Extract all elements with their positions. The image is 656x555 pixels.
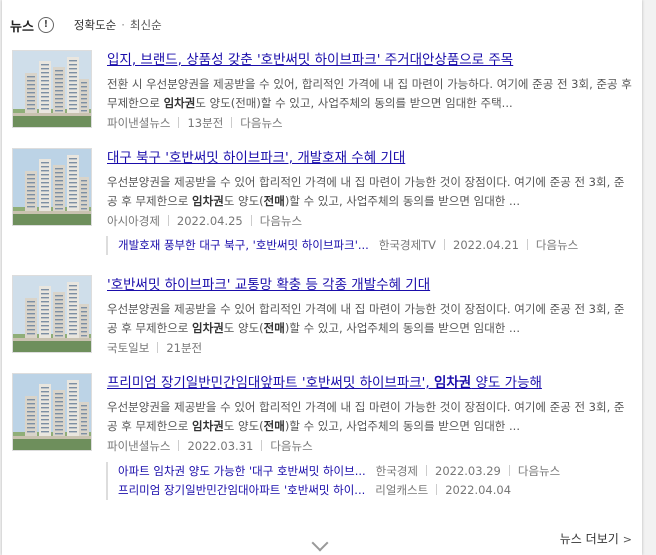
news-snippet: 우선분양권을 제공받을 수 있어 합리적인 가격에 내 집 마련이 가능한 것이… <box>107 300 632 338</box>
news-meta: 아시아경제 2022.04.25 다음뉴스 <box>107 213 632 229</box>
meta-divider <box>426 465 427 476</box>
news-snippet-text: 전매 <box>263 321 285 335</box>
chevron-down-icon[interactable] <box>311 534 329 552</box>
news-portal[interactable]: 다음뉴스 <box>270 439 312 453</box>
chevron-right-icon: > <box>622 533 632 546</box>
news-title-text: '호반써밋 하이브파크' 교통망 확충 등 각종 개발수혜 기대 <box>107 277 431 293</box>
news-snippet-text: 전매 <box>263 194 285 208</box>
news-title-link[interactable]: 프리미엄 장기일반민간임대앞파트 '호반써밋 하이브파크', 임차권 양도 가능… <box>107 373 632 393</box>
news-header: 뉴스 ! 정확도순 · 최신순 <box>10 14 162 36</box>
news-body: 프리미엄 장기일반민간임대앞파트 '호반써밋 하이브파크', 임차권 양도 가능… <box>107 373 632 454</box>
meta-divider <box>178 440 180 451</box>
news-snippet-text: 도 양도( <box>223 194 264 208</box>
related-news-title[interactable]: 개발호재 풍부한 대구 북구, '호반써밋 하이브파크'... <box>118 236 369 255</box>
news-title-link[interactable]: '호반써밋 하이브파크' 교통망 확충 등 각종 개발수혜 기대 <box>107 275 632 295</box>
news-source[interactable]: 아시아경제 <box>107 214 160 228</box>
news-title-link[interactable]: 입지, 브랜드, 상품성 갖춘 '호반써밋 하이브파크' 주거대안상품으로 주목 <box>107 50 632 70</box>
news-snippet-text: 임차권 <box>163 96 196 110</box>
news-thumbnail[interactable] <box>12 148 92 226</box>
news-portal[interactable]: 다음뉴스 <box>240 116 282 130</box>
news-portal[interactable]: 다음뉴스 <box>260 214 302 228</box>
news-snippet-text: 도 양도( <box>223 419 264 433</box>
meta-divider <box>157 342 159 353</box>
news-thumbnail[interactable] <box>12 275 92 353</box>
news-snippet-text: 임차권 <box>192 194 224 208</box>
news-snippet-text: )할 수 있고, 사업주체의 동의를 받으면 임대한 ... <box>284 321 520 335</box>
news-thumbnail[interactable] <box>12 50 92 128</box>
news-date: 13분전 <box>187 116 224 130</box>
news-source[interactable]: 파이낸셜뉴스 <box>107 439 170 453</box>
news-meta: 국토일보 21분전 <box>107 340 632 356</box>
news-title-text: 임차권 <box>433 375 472 391</box>
related-news-portal[interactable]: 다음뉴스 <box>536 238 578 252</box>
news-snippet-text: 전매 <box>263 419 285 433</box>
related-news: 아파트 임차권 양도 가능한 '대구 호반써밋 하이브... 한국경제 2022.0… <box>106 462 560 500</box>
related-news: 개발호재 풍부한 대구 북구, '호반써밋 하이브파크'... 한국경제TV 202… <box>106 236 578 255</box>
sort-latest[interactable]: 최신순 <box>130 18 162 32</box>
news-more-link[interactable]: 뉴스 더보기 > <box>560 530 632 547</box>
meta-divider <box>444 239 446 250</box>
news-body: 입지, 브랜드, 상품성 갖춘 '호반써밋 하이브파크' 주거대안상품으로 주목… <box>107 50 632 131</box>
related-news-title[interactable]: 프리미엄 장기일반민간임대아파트 '호반써밋 하이... <box>118 481 365 500</box>
news-snippet-text: )할 수 있고, 사업주체의 동의를 받으면 임대한 ... <box>284 194 520 208</box>
meta-divider <box>508 465 510 476</box>
more-label: 뉴스 더보기 <box>559 532 619 546</box>
info-icon[interactable]: ! <box>37 17 54 33</box>
sort-options: 정확도순 · 최신순 <box>74 17 162 33</box>
related-news-source[interactable]: 한국경제 <box>376 464 418 478</box>
related-news-portal[interactable]: 다음뉴스 <box>518 464 560 478</box>
news-snippet: 전환 시 우선분양권을 제공받을 수 있어, 합리적인 가격에 내 집 마련이 … <box>107 75 632 113</box>
meta-divider <box>178 117 180 128</box>
news-snippet-text: 도 양도(전매)할 수 있고, 사업주체의 동의를 받으면 임대한 주택... <box>195 96 513 110</box>
news-source[interactable]: 국토일보 <box>107 341 149 355</box>
news-snippet-text: )할 수 있고, 사업주체의 동의를 받으면 임대한 ... <box>284 419 520 433</box>
related-news-row: 개발호재 풍부한 대구 북구, '호반써밋 하이브파크'... 한국경제TV 202… <box>118 236 578 255</box>
related-news-row: 아파트 임차권 양도 가능한 '대구 호반써밋 하이브... 한국경제 2022.0… <box>118 462 560 481</box>
news-snippet: 우선분양권을 제공받을 수 있어 합리적인 가격에 내 집 마련이 가능한 것이… <box>107 398 632 436</box>
news-title-text: 프리미엄 장기일반민간임대앞파트 '호반써밋 하이브파크', <box>107 375 434 391</box>
meta-divider <box>167 215 169 226</box>
sort-separator: · <box>121 18 125 32</box>
news-snippet-text: 도 양도( <box>223 321 264 335</box>
related-news-row: 프리미엄 장기일반민간임대아파트 '호반써밋 하이... 리얼캐스트 2022.04… <box>118 481 560 500</box>
news-title-text: 양도 가능해 <box>471 375 542 391</box>
meta-divider <box>526 239 528 250</box>
news-date: 2022.03.31 <box>187 439 254 453</box>
related-news-date: 2022.04.21 <box>453 238 519 252</box>
news-title-text: 입지, 브랜드, 상품성 갖춘 '호반써밋 하이브파크' 주거대안상품으로 주목 <box>107 52 514 68</box>
meta-divider <box>261 440 263 451</box>
meta-divider <box>436 484 438 495</box>
news-body: 대구 북구 '호반써밋 하이브파크', 개발호재 수혜 기대우선분양권을 제공받… <box>107 148 632 229</box>
related-news-source[interactable]: 한국경제TV <box>379 238 436 252</box>
related-news-date: 2022.04.04 <box>445 483 512 497</box>
meta-divider <box>231 117 233 128</box>
section-title: 뉴스 <box>10 19 34 35</box>
news-title-text: 대구 북구 '호반써밋 하이브파크', 개발호재 수혜 기대 <box>107 150 406 166</box>
news-meta: 파이낸셜뉴스 2022.03.31 다음뉴스 <box>107 438 632 454</box>
news-snippet-text: 임차권 <box>192 321 224 335</box>
news-panel: 뉴스 ! 정확도순 · 최신순 입지, 브랜드, 상품성 갖춘 '호반써밋 하이브파… <box>2 0 642 555</box>
related-news-source[interactable]: 리얼캐스트 <box>375 483 428 497</box>
related-news-date: 2022.03.29 <box>435 464 501 478</box>
news-meta: 파이낸셜뉴스 13분전 다음뉴스 <box>107 115 632 131</box>
sort-accuracy[interactable]: 정확도순 <box>74 18 116 32</box>
news-thumbnail[interactable] <box>12 373 92 451</box>
meta-divider <box>250 215 252 226</box>
news-source[interactable]: 파이낸셜뉴스 <box>107 116 170 130</box>
news-body: '호반써밋 하이브파크' 교통망 확충 등 각종 개발수혜 기대우선분양권을 제… <box>107 275 632 356</box>
news-snippet: 우선분양권을 제공받을 수 있어 합리적인 가격에 내 집 마련이 가능한 것이… <box>107 173 632 211</box>
news-snippet-text: 임차권 <box>192 419 224 433</box>
news-title-link[interactable]: 대구 북구 '호반써밋 하이브파크', 개발호재 수혜 기대 <box>107 148 632 168</box>
news-date: 2022.04.25 <box>176 214 243 228</box>
news-date: 21분전 <box>166 341 203 355</box>
related-news-title[interactable]: 아파트 임차권 양도 가능한 '대구 호반써밋 하이브... <box>118 462 366 481</box>
